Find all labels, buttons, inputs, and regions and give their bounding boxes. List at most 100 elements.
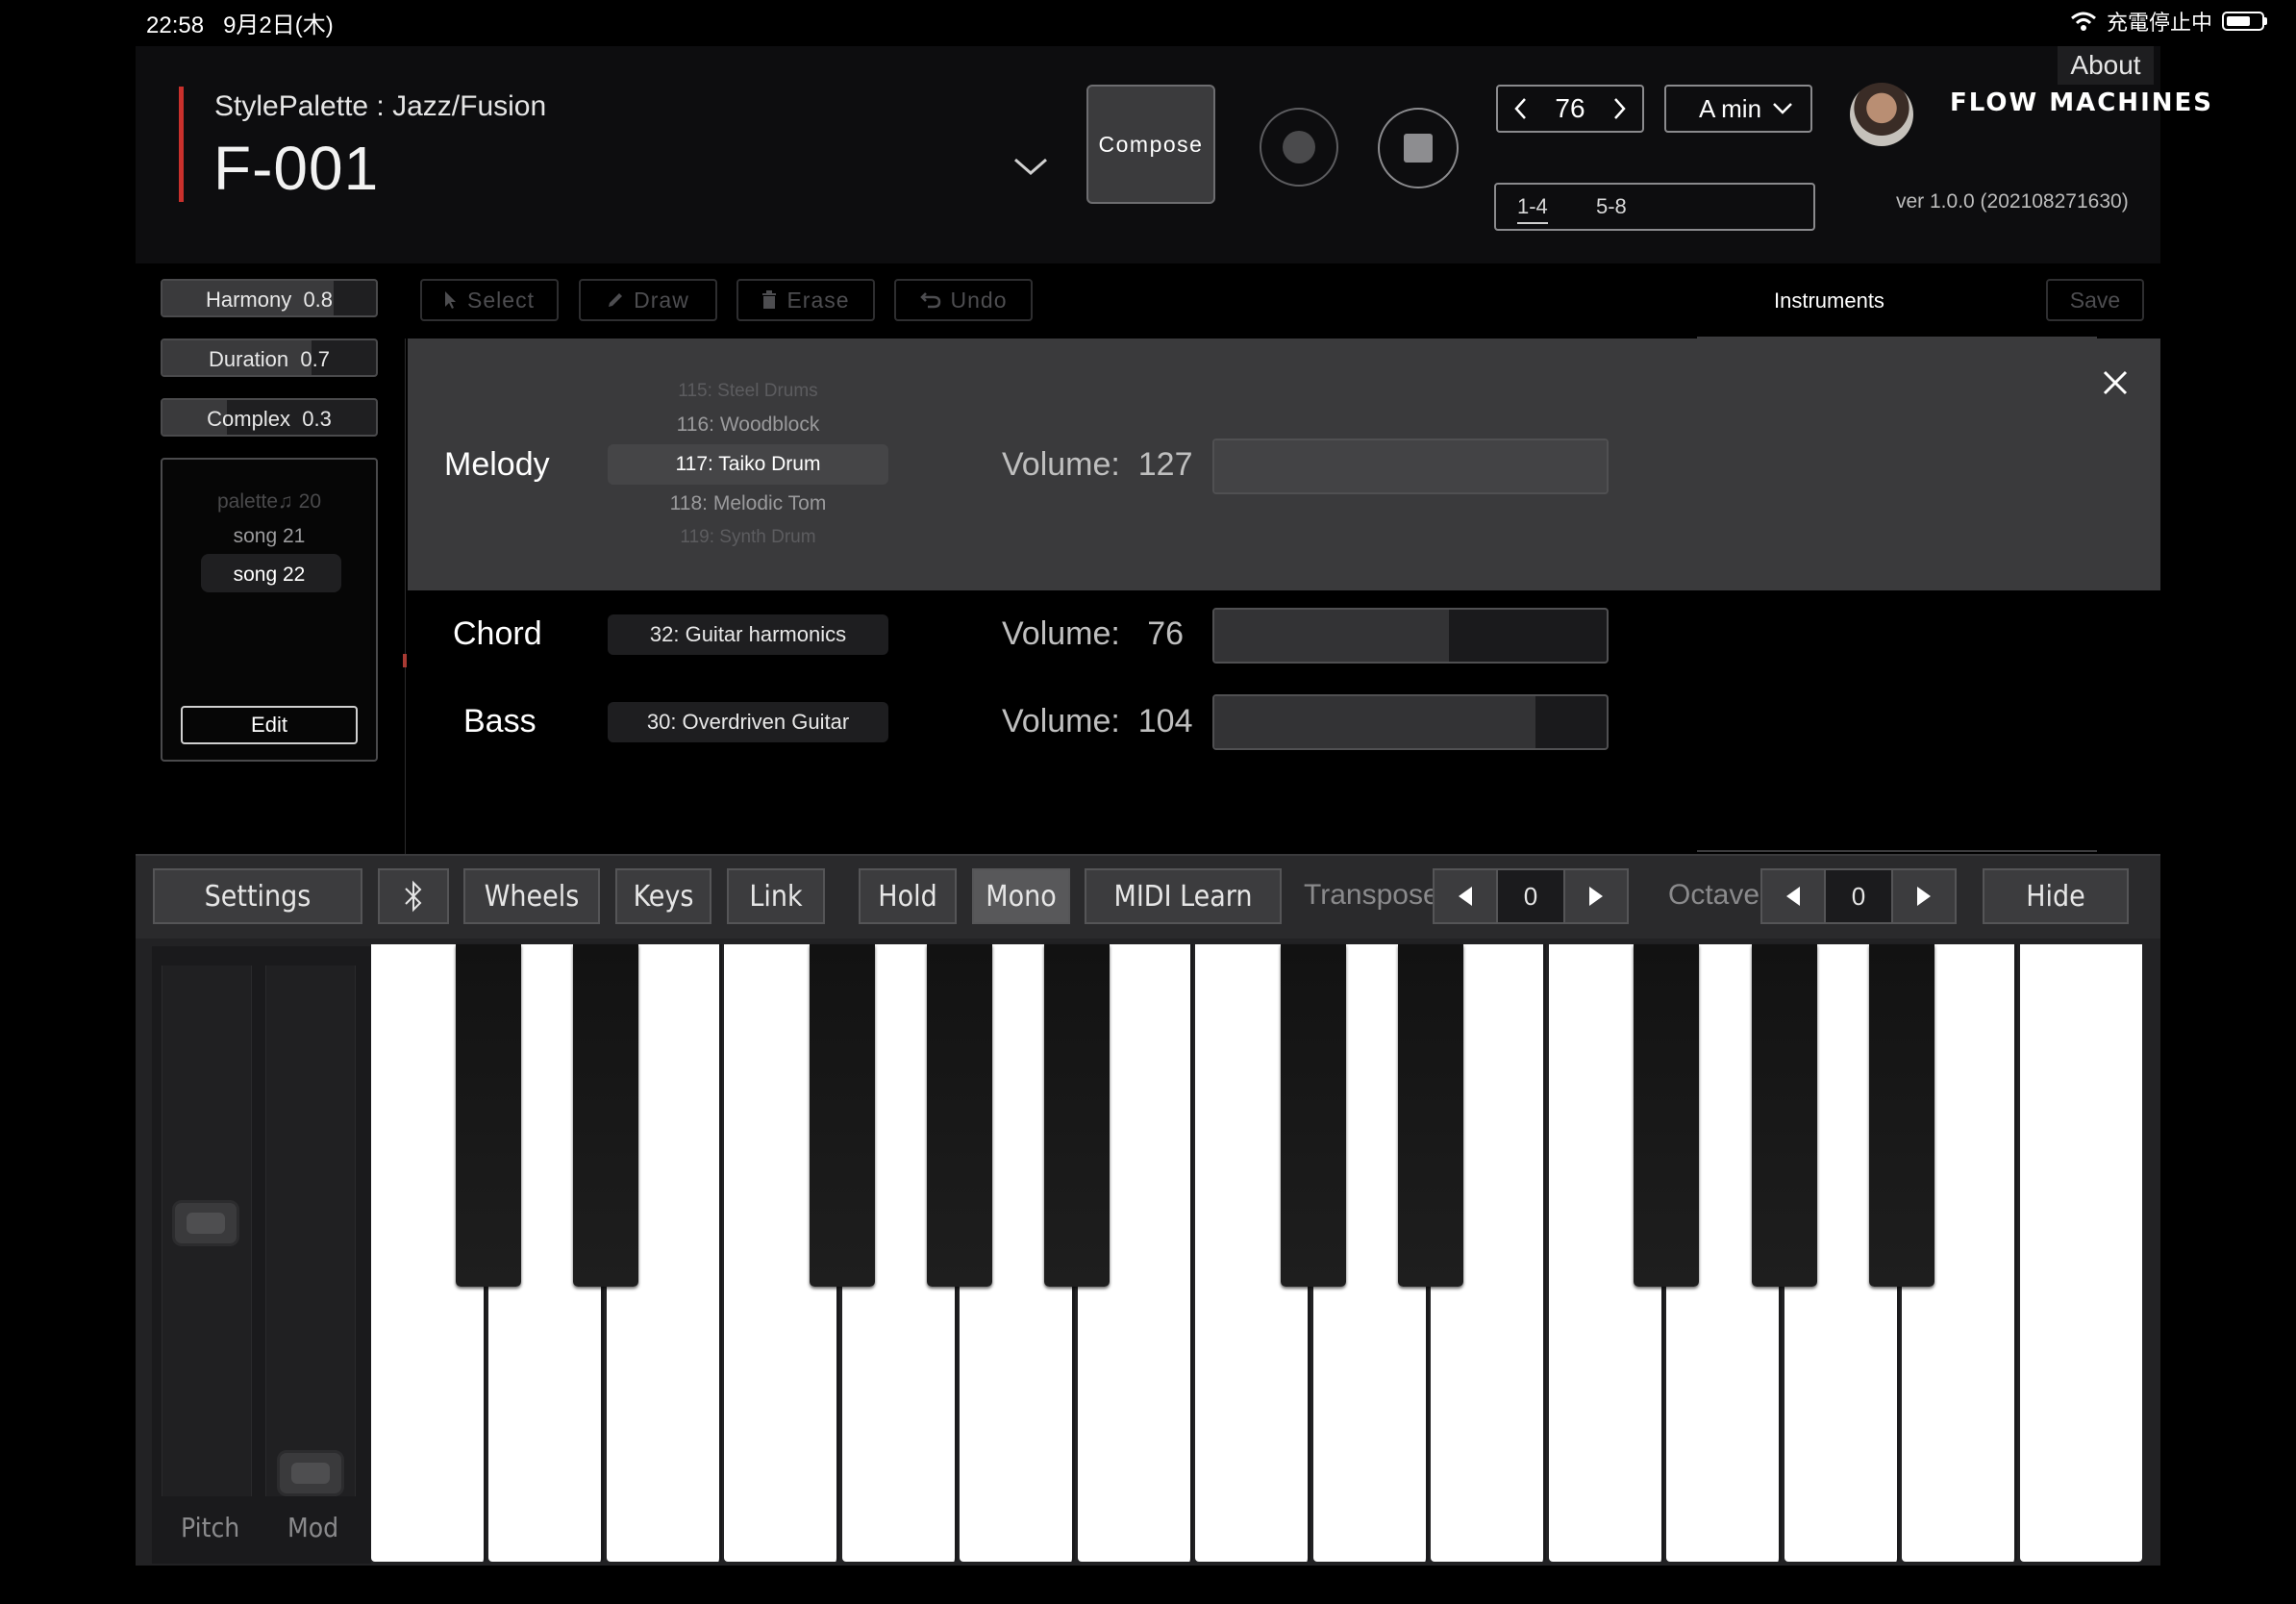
charging-status: 充電停止中 [2106,11,2212,35]
chord-label: Chord [453,615,542,652]
piano-keyboard[interactable] [371,944,2142,1562]
midi-learn-button[interactable]: MIDI Learn [1085,868,1282,924]
octave-label: Octave: [1668,879,1768,911]
stop-button[interactable] [1378,108,1459,188]
picker-option[interactable]: 115: Steel Drums [608,381,888,402]
bass-volume-slider[interactable] [1212,694,1609,750]
caret-left-icon [1459,887,1472,906]
tempo-control[interactable]: 76 [1496,85,1644,133]
status-bar-time: 22:58 9月2日(木) [146,13,334,38]
pitch-wheel-handle[interactable] [172,1200,239,1246]
transpose-down-button[interactable] [1433,868,1498,924]
picker-option[interactable]: 118: Melodic Tom [608,492,888,515]
version-label: ver 1.0.0 (202108271630) [1896,190,2129,213]
hide-button[interactable]: Hide [1983,868,2129,924]
piano-black-key[interactable] [456,944,521,1287]
key-select[interactable]: A min [1664,85,1812,133]
piano-black-key[interactable] [1281,944,1346,1287]
record-icon [1283,131,1315,163]
record-button[interactable] [1260,108,1338,187]
divider [1697,850,2097,852]
transpose-up-button[interactable] [1563,868,1629,924]
pitch-label: Pitch [181,1512,240,1543]
avatar[interactable] [1850,83,1913,146]
edit-button[interactable]: Edit [181,706,358,744]
picker-option[interactable]: 116: Woodblock [608,414,888,437]
picker-option[interactable]: 119: Synth Drum [608,527,888,548]
piano-black-key[interactable] [1398,944,1463,1287]
link-button[interactable]: Link [727,868,825,924]
piano-black-key[interactable] [573,944,638,1287]
volume-label: Volume: 127 [1002,446,1193,483]
chord-volume-slider[interactable] [1212,608,1609,664]
bar-range-5-8[interactable]: 5-8 [1596,194,1627,219]
pitch-wheel[interactable] [162,965,252,1496]
list-item[interactable]: song 22 [162,564,376,587]
save-button[interactable]: Save [2046,279,2144,321]
erase-tool-button[interactable]: Erase [736,279,875,321]
undo-icon [919,292,940,309]
mod-wheel[interactable] [265,965,356,1496]
chevron-left-icon[interactable] [1513,97,1527,120]
melody-volume-slider[interactable] [1212,439,1609,494]
about-button[interactable]: About [2058,46,2154,85]
status-bar-right: 充電停止中 [2070,6,2267,37]
chevron-right-icon[interactable] [1613,97,1627,120]
draw-tool-button[interactable]: Draw [579,279,717,321]
mono-button[interactable]: Mono [972,868,1070,924]
accent-bar [179,87,184,202]
settings-button[interactable]: Settings [153,868,362,924]
caret-left-icon [1786,887,1800,906]
mod-wheel-handle[interactable] [277,1450,344,1496]
pencil-icon [609,293,623,307]
chord-instrument-select[interactable]: 32: Guitar harmonics [608,614,888,655]
tempo-value: 76 [1555,93,1585,123]
octave-down-button[interactable] [1760,868,1826,924]
mod-label: Mod [287,1512,339,1543]
keys-button[interactable]: Keys [615,868,711,924]
bar-range-selector[interactable]: 1-4 5-8 [1494,183,1815,231]
playhead-marker [403,654,407,667]
song-title: F-001 [213,134,380,203]
list-item[interactable]: palette♫ 20 [162,490,376,514]
piano-black-key[interactable] [1869,944,1934,1287]
tab-instruments[interactable]: Instruments [1774,288,1884,313]
chevron-down-icon[interactable] [1011,152,1050,181]
bluetooth-icon [405,880,422,913]
complex-slider[interactable]: Complex 0.3 [161,398,378,437]
melody-label: Melody [444,446,550,483]
piano-black-key[interactable] [1752,944,1817,1287]
melody-volume-value: 127 [1137,446,1193,483]
song-list[interactable]: palette♫ 20 song 21 song 22 Edit [161,458,378,762]
harmony-slider[interactable]: Harmony 0.8 [161,279,378,317]
list-item[interactable]: song 21 [162,525,376,548]
octave-up-button[interactable] [1891,868,1957,924]
close-icon[interactable] [2100,367,2131,398]
hold-button[interactable]: Hold [859,868,957,924]
octave-value: 0 [1824,868,1893,924]
compose-button[interactable]: Compose [1086,85,1215,204]
pointer-icon [445,291,457,309]
bar-range-1-4[interactable]: 1-4 [1517,194,1548,224]
piano-black-key[interactable] [1634,944,1699,1287]
bass-instrument-select[interactable]: 30: Overdriven Guitar [608,702,888,742]
picker-option-selected[interactable]: 117: Taiko Drum [608,453,888,476]
piano-black-key[interactable] [927,944,992,1287]
volume-label: Volume: 104 [1002,703,1193,739]
bass-label: Bass [463,703,537,739]
stop-icon [1404,134,1433,163]
flow-machines-logo: FLOW MACHINES [1950,88,2213,117]
divider [405,338,406,854]
bluetooth-button[interactable] [378,868,449,924]
melody-instrument-picker[interactable]: 115: Steel Drums 116: Woodblock 117: Tai… [608,381,888,550]
piano-white-key[interactable] [2020,944,2142,1562]
style-palette-label: StylePalette : Jazz/Fusion [214,90,547,122]
piano-black-key[interactable] [810,944,875,1287]
piano-black-key[interactable] [1044,944,1110,1287]
chevron-down-icon [1773,103,1792,114]
duration-slider[interactable]: Duration 0.7 [161,338,378,377]
chord-volume-value: 76 [1147,615,1185,652]
select-tool-button[interactable]: Select [420,279,559,321]
undo-button[interactable]: Undo [894,279,1033,321]
wheels-button[interactable]: Wheels [463,868,600,924]
